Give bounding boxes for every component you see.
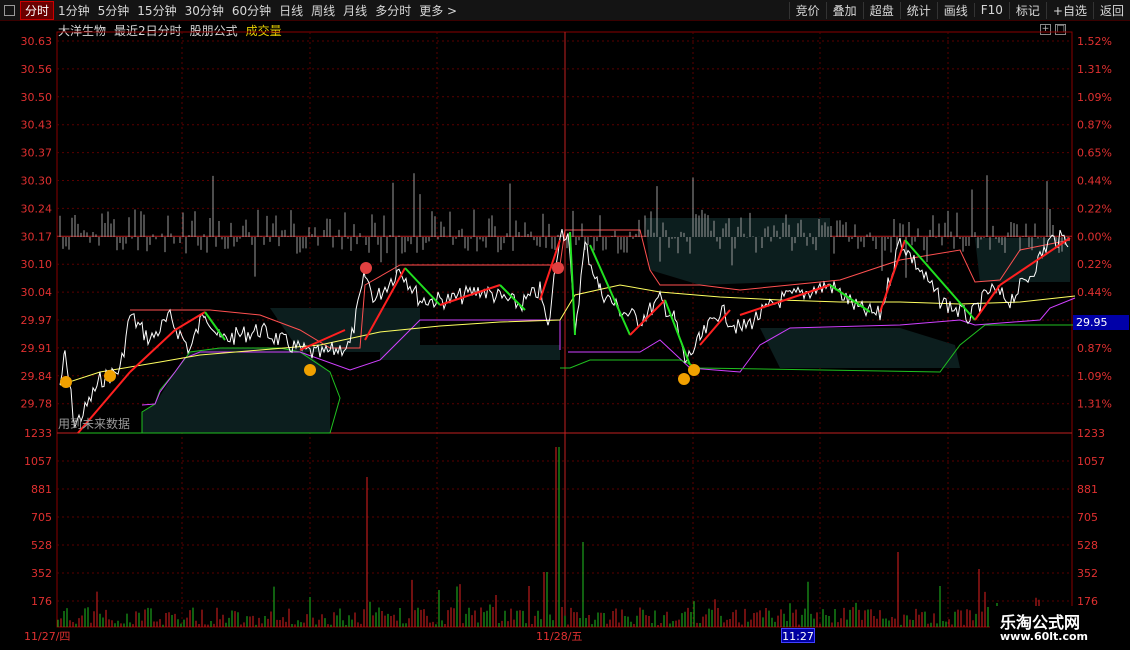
date-label-day2: 11/28/五 xyxy=(536,630,583,643)
shaded-region-1 xyxy=(142,348,330,433)
percent-tick-label: 0.00% xyxy=(1077,230,1112,243)
percent-axis: 1.52% 1.31% 1.09% 0.87% 0.65% 0.44% 0.22% 0.00%… xyxy=(1077,35,1112,411)
volume-tick-label: 528 xyxy=(1077,539,1098,552)
buy-signal-icon[interactable] xyxy=(304,364,316,376)
volume-tick-label: 1057 xyxy=(1077,455,1105,468)
percent-tick-label: 0.44% xyxy=(1077,286,1112,299)
percent-tick-label: 1.52% xyxy=(1077,35,1112,48)
watermark-url: www.60lt.com xyxy=(1000,630,1089,643)
volume-tick-label: 1233 xyxy=(24,427,52,440)
percent-tick-label: 0.87% xyxy=(1077,119,1112,132)
percent-tick-label: 1.09% xyxy=(1077,370,1112,383)
price-tick-label: 29.78 xyxy=(21,398,53,411)
percent-tick-label: 0.22% xyxy=(1077,202,1112,215)
percent-tick-label: 0.22% xyxy=(1077,258,1112,271)
price-tick-label: 30.43 xyxy=(21,119,53,132)
percent-tick-label: 1.31% xyxy=(1077,63,1112,76)
price-tick-label: 29.84 xyxy=(21,370,53,383)
date-label-day1: 11/27/四 xyxy=(24,630,71,643)
volume-tick-label: 881 xyxy=(1077,483,1098,496)
volume-tick-label: 705 xyxy=(31,511,52,524)
percent-tick-label: 1.09% xyxy=(1077,91,1112,104)
price-tick-label: 29.91 xyxy=(21,342,53,355)
volume-tick-label: 352 xyxy=(31,567,52,580)
price-tick-label: 30.10 xyxy=(21,258,53,271)
shaded-region-3 xyxy=(380,345,560,360)
volume-axis-left: 1233 1057 881 705 528 352 176 xyxy=(24,427,52,608)
buy-signal-icon[interactable] xyxy=(60,376,72,388)
price-axis: 30.63 30.56 30.50 30.43 30.37 30.30 30.24 30.17… xyxy=(21,35,53,411)
price-tick-label: 30.56 xyxy=(21,63,53,76)
percent-tick-label: 0.87% xyxy=(1077,342,1112,355)
time-cursor-label: 11:27 xyxy=(781,628,815,643)
price-tick-label: 29.97 xyxy=(21,314,53,327)
percent-tick-label: 1.31% xyxy=(1077,398,1112,411)
sell-signal-icon[interactable] xyxy=(360,262,372,274)
volume-tick-label: 705 xyxy=(1077,511,1098,524)
price-tick-label: 30.63 xyxy=(21,35,53,48)
current-price-tag: 29.95 xyxy=(1073,315,1129,330)
volume-tick-label: 881 xyxy=(31,483,52,496)
price-tick-label: 30.24 xyxy=(21,202,53,215)
buy-signal-icon[interactable] xyxy=(688,364,700,376)
sell-signal-icon[interactable] xyxy=(552,262,564,274)
chart-grid xyxy=(56,31,1073,628)
volume-tick-label: 1233 xyxy=(1077,427,1105,440)
price-tick-label: 30.30 xyxy=(21,175,53,188)
volume-tick-label: 352 xyxy=(1077,567,1098,580)
volume-tick-label: 528 xyxy=(31,539,52,552)
tick-activity-bars xyxy=(59,173,1069,278)
price-tick-label: 30.17 xyxy=(21,230,53,243)
future-data-warning: 用到未来数据 xyxy=(58,417,131,431)
intraday-chart[interactable]: 30.63 30.56 30.50 30.43 30.37 30.30 30.24 30.17… xyxy=(0,0,1130,650)
percent-tick-label: 0.44% xyxy=(1077,175,1112,188)
buy-signal-icon[interactable] xyxy=(104,370,116,382)
price-tick-label: 30.37 xyxy=(21,147,53,160)
volume-tick-label: 176 xyxy=(31,595,52,608)
shaded-region-5 xyxy=(760,328,960,368)
buy-signal-icon[interactable] xyxy=(678,373,690,385)
volume-tick-label: 1057 xyxy=(24,455,52,468)
percent-tick-label: 0.65% xyxy=(1077,147,1112,160)
volume-axis-right: 12331057881705528352176 xyxy=(1077,427,1105,608)
price-tick-label: 30.50 xyxy=(21,91,53,104)
volume-histogram xyxy=(57,447,1070,627)
price-tick-label: 30.04 xyxy=(21,286,53,299)
